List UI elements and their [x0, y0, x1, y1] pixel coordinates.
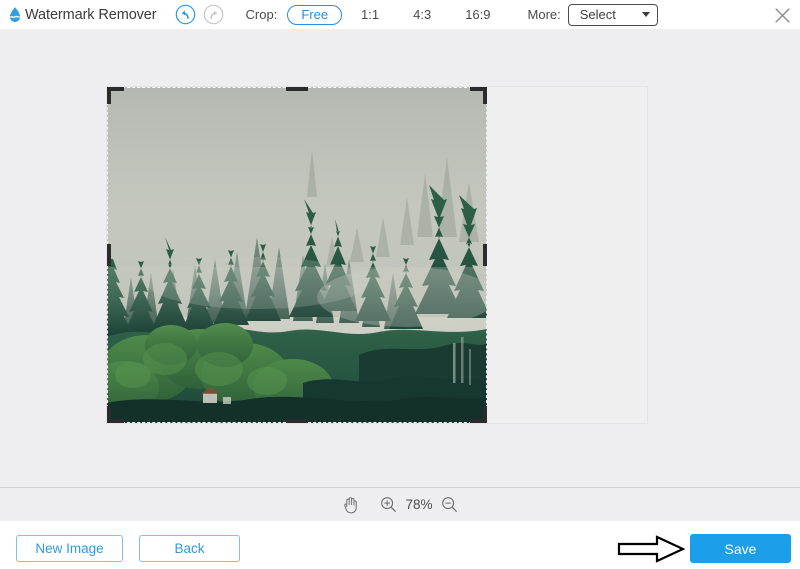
image-canvas[interactable]: [107, 87, 647, 423]
zoom-in-button[interactable]: [380, 496, 397, 513]
zoom-in-icon: [381, 497, 396, 512]
water-drop-icon: [9, 6, 21, 22]
hand-tool-icon: [344, 496, 357, 513]
close-button[interactable]: [770, 3, 794, 27]
back-button[interactable]: Back: [139, 535, 240, 562]
crop-ratio-4-3[interactable]: 4:3: [406, 5, 438, 25]
more-select-value: Select: [579, 7, 616, 22]
hand-tool-button[interactable]: [342, 496, 358, 514]
crop-handle-bottom-center[interactable]: [286, 419, 308, 423]
crop-ratio-group: Crop: Free 1:1 4:3 16:9: [245, 4, 518, 25]
redo-arrow-icon[interactable]: [203, 4, 224, 25]
misty-forest-photo: [107, 87, 487, 423]
new-image-button[interactable]: New Image: [16, 535, 123, 562]
chevron-down-icon: [641, 12, 650, 17]
right-arrow-annotation: [617, 535, 686, 563]
editor-workspace[interactable]: [0, 29, 800, 487]
app-title: Watermark Remover: [25, 6, 157, 23]
canvas-empty-region: [487, 87, 647, 423]
watermark-remover-window: Watermark Remover Crop: Free 1:1 4:3 16:…: [0, 0, 800, 569]
close-icon: [774, 7, 790, 23]
crop-ratio-1-1[interactable]: 1:1: [354, 5, 386, 25]
crop-ratio-free[interactable]: Free: [287, 4, 343, 25]
undo-arrow-icon[interactable]: [175, 4, 196, 25]
save-button[interactable]: Save: [690, 534, 791, 563]
more-select-dropdown[interactable]: Select: [567, 3, 658, 26]
more-label: More:: [527, 7, 561, 22]
history-buttons: [175, 4, 224, 25]
crop-handle-left-middle[interactable]: [107, 244, 111, 266]
crop-label: Crop:: [245, 7, 278, 22]
zoom-out-icon: [442, 497, 457, 512]
app-brand: Watermark Remover: [6, 0, 157, 29]
zoom-toolbar: 78%: [0, 488, 800, 521]
more-group: More: Select: [527, 3, 658, 26]
top-toolbar: Watermark Remover Crop: Free 1:1 4:3 16:…: [0, 0, 800, 29]
crop-handle-top-center[interactable]: [286, 87, 308, 91]
crop-ratio-16-9[interactable]: 16:9: [458, 5, 497, 25]
zoom-level-value: 78%: [405, 497, 433, 512]
crop-handle-right-middle[interactable]: [483, 244, 487, 266]
zoom-out-button[interactable]: [441, 496, 458, 513]
